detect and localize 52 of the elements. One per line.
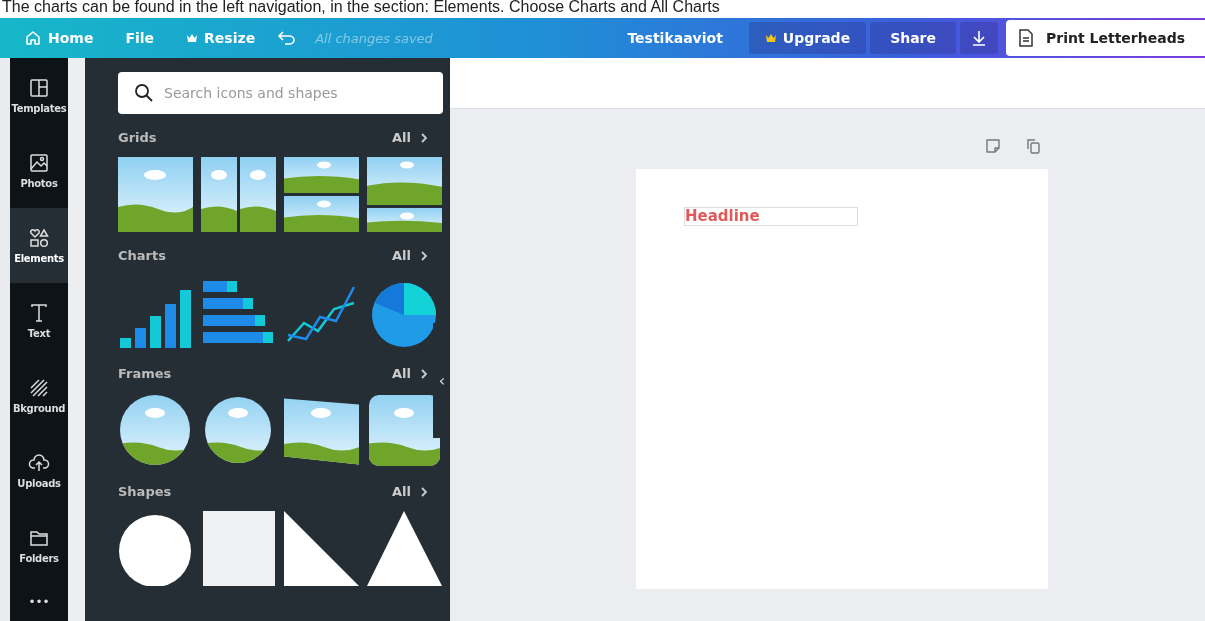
- design-page[interactable]: Headline: [636, 169, 1048, 589]
- section-title: Grids: [118, 130, 158, 145]
- frame-thumbnail[interactable]: [367, 393, 442, 468]
- section-title: Charts: [118, 248, 167, 263]
- shape-thumbnail[interactable]: [201, 511, 276, 586]
- cloud-upload-icon: [28, 452, 50, 474]
- layout-icon: [28, 77, 50, 99]
- sidebar-item[interactable]: Text: [10, 283, 68, 358]
- grid-thumbnail[interactable]: [118, 157, 193, 232]
- home-icon: [24, 29, 42, 47]
- see-all-link[interactable]: All: [392, 366, 411, 381]
- chevron-right-icon[interactable]: [420, 131, 428, 144]
- grid-thumbnail[interactable]: [201, 157, 276, 232]
- undo-icon[interactable]: [277, 30, 298, 46]
- stripes-icon: [28, 377, 50, 399]
- more-button[interactable]: •••: [28, 595, 50, 609]
- section-title: Shapes: [118, 484, 173, 499]
- sidebar-item[interactable]: Elements: [10, 208, 68, 283]
- sidebar-item[interactable]: Uploads: [10, 433, 68, 508]
- grid-thumbnail[interactable]: [367, 157, 442, 232]
- chevron-right-icon[interactable]: [420, 367, 428, 380]
- print-button[interactable]: Print Letterheads: [1006, 20, 1205, 56]
- headline-text[interactable]: Headline: [684, 207, 858, 226]
- shape-thumbnail[interactable]: [284, 511, 359, 586]
- crown-icon: [764, 33, 777, 43]
- section-title: Frames: [118, 366, 173, 381]
- share-button[interactable]: Share: [870, 22, 957, 54]
- chevron-right-icon[interactable]: [420, 485, 428, 498]
- sidebar-item[interactable]: Photos: [10, 133, 68, 208]
- chevron-right-icon[interactable]: [420, 249, 428, 262]
- sidebar-item[interactable]: Templates: [10, 58, 68, 133]
- see-all-link[interactable]: All: [392, 130, 411, 145]
- panel-scrollbar[interactable]: [68, 58, 85, 621]
- upgrade-button[interactable]: Upgrade: [748, 22, 867, 54]
- caption-text: The charts can be found in the left navigation, in the section: Elements. Choose Charts and All Charts: [1, 0, 721, 17]
- shape-thumbnail[interactable]: [367, 511, 442, 586]
- document-icon: [1018, 29, 1035, 47]
- shapes-icon: [28, 227, 50, 249]
- note-icon[interactable]: [984, 137, 1002, 155]
- sidebar-item[interactable]: Bkground: [10, 358, 68, 433]
- sidebar-item[interactable]: Folders: [10, 508, 68, 583]
- grid-thumbnail[interactable]: [284, 157, 359, 232]
- design-title[interactable]: Testikaaviot: [627, 30, 723, 46]
- crown-icon: [186, 33, 199, 43]
- see-all-link[interactable]: All: [392, 248, 411, 263]
- image-icon: [28, 152, 50, 174]
- search-field[interactable]: Search icons and shapes: [118, 72, 443, 114]
- see-all-link[interactable]: All: [392, 484, 411, 499]
- text-icon: [28, 302, 50, 324]
- duplicate-icon[interactable]: [1024, 137, 1042, 155]
- save-status: All changes saved: [315, 30, 433, 46]
- download-button[interactable]: [960, 22, 999, 54]
